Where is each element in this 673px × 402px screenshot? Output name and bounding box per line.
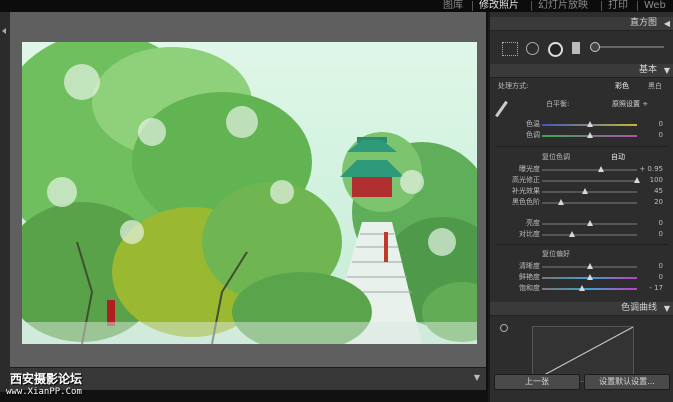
temp-value[interactable]: 0 xyxy=(633,120,663,129)
histogram-title: 直方图 xyxy=(629,18,657,28)
exposure-slider-thumb[interactable] xyxy=(597,166,604,172)
recovery-value[interactable]: 100 xyxy=(633,176,663,185)
crop-tool-icon[interactable] xyxy=(502,42,518,56)
white-balance-eyedropper-icon[interactable] xyxy=(495,100,508,118)
watermark-name: 西安摄影论坛 xyxy=(10,372,83,386)
brush-slider[interactable] xyxy=(590,42,664,52)
vibrance-slider[interactable] xyxy=(542,274,637,280)
module-develop[interactable]: 修改照片 xyxy=(479,0,519,12)
tone-curve-title: 色调曲线 xyxy=(620,303,657,313)
recovery-slider[interactable] xyxy=(542,177,640,183)
module-slideshow[interactable]: 幻灯片放映 xyxy=(538,0,588,12)
recovery-label: 高光修正 xyxy=(512,176,540,184)
saturation-slider[interactable] xyxy=(542,285,637,291)
fill-light-slider-thumb[interactable] xyxy=(581,188,588,194)
tone-curve-line xyxy=(533,327,633,381)
fill-light-value[interactable]: 45 xyxy=(633,187,663,196)
contrast-slider-thumb[interactable] xyxy=(569,231,576,237)
tone-label[interactable]: 复位色调 xyxy=(542,153,570,162)
basic-title: 基本 xyxy=(638,65,657,75)
temp-slider[interactable] xyxy=(542,121,637,127)
temp-slider-thumb[interactable] xyxy=(586,121,593,127)
group-separator xyxy=(496,146,668,147)
auto-tone-button[interactable]: 自动 xyxy=(611,153,625,162)
expand-triangle-icon[interactable]: ▼ xyxy=(664,302,670,315)
module-separator xyxy=(531,1,532,11)
contrast-slider[interactable] xyxy=(542,231,637,237)
wb-label: 白平衡: xyxy=(546,100,570,108)
blacks-value[interactable]: 20 xyxy=(633,198,663,207)
tint-label: 色调 xyxy=(526,131,540,139)
treatment-color-option[interactable]: 彩色 xyxy=(615,82,629,91)
module-library[interactable]: 图库 xyxy=(443,0,463,12)
clarity-label: 清晰度 xyxy=(519,262,540,270)
wb-select[interactable]: 原照设置 ÷ xyxy=(612,100,648,109)
tone-curve-header[interactable]: 色调曲线 ▼ xyxy=(490,302,673,316)
treatment-label: 处理方式: xyxy=(498,82,529,90)
clarity-value[interactable]: 0 xyxy=(633,262,663,271)
module-bar: 图库 修改照片 幻灯片放映 打印 Web xyxy=(0,0,673,12)
exposure-value[interactable]: + 0.95 xyxy=(633,165,663,174)
tint-value[interactable]: 0 xyxy=(633,131,663,140)
graduated-filter-icon[interactable] xyxy=(572,42,580,54)
develop-right-panel: 直方图 ◀ 基本 ▼ 处理方式: 彩色 黑白 白平衡: 原照设置 ÷ 色温 0 … xyxy=(488,12,673,402)
photo xyxy=(22,42,477,344)
exposure-label: 曝光度 xyxy=(519,165,540,173)
group-separator xyxy=(496,244,668,245)
fill-light-label: 补光效果 xyxy=(512,187,540,195)
histogram-header[interactable]: 直方图 ◀ xyxy=(490,17,673,31)
contrast-label: 对比度 xyxy=(519,230,540,238)
clarity-slider-thumb[interactable] xyxy=(586,263,593,269)
exposure-slider[interactable] xyxy=(542,166,637,172)
vibrance-slider-thumb[interactable] xyxy=(586,274,593,280)
brightness-slider-thumb[interactable] xyxy=(586,220,593,226)
expand-left-arrow-icon[interactable] xyxy=(2,28,6,34)
tint-slider-thumb[interactable] xyxy=(586,132,593,138)
expand-triangle-icon[interactable]: ▼ xyxy=(664,64,670,77)
treatment-bw-option[interactable]: 黑白 xyxy=(648,82,662,91)
module-web[interactable]: Web xyxy=(644,0,666,12)
watermark-url: www.XianPP.Com xyxy=(6,387,82,397)
basic-header[interactable]: 基本 ▼ xyxy=(490,64,673,78)
module-separator xyxy=(601,1,602,11)
temp-label: 色温 xyxy=(526,120,540,128)
contrast-value[interactable]: 0 xyxy=(633,230,663,239)
filmstrip-arrow-icon[interactable]: ▼ xyxy=(474,373,480,382)
brightness-label: 亮度 xyxy=(526,219,540,227)
module-separator xyxy=(472,1,473,11)
tint-slider[interactable] xyxy=(542,132,637,138)
module-separator xyxy=(637,1,638,11)
clarity-slider[interactable] xyxy=(542,263,637,269)
red-eye-icon[interactable] xyxy=(548,42,563,57)
module-print[interactable]: 打印 xyxy=(608,0,628,12)
curve-target-icon[interactable] xyxy=(500,324,508,332)
blacks-slider[interactable] xyxy=(542,199,637,205)
left-panel-collapsed[interactable] xyxy=(0,12,10,392)
saturation-value[interactable]: - 17 xyxy=(633,284,663,293)
brush-icon[interactable] xyxy=(590,42,600,52)
brightness-value[interactable]: 0 xyxy=(633,219,663,228)
vibrance-value[interactable]: 0 xyxy=(633,273,663,282)
previous-button[interactable]: 上一张 xyxy=(494,374,580,390)
presence-label[interactable]: 复位偏好 xyxy=(542,250,570,259)
snow-park-photo xyxy=(22,42,477,344)
collapse-triangle-icon[interactable]: ◀ xyxy=(664,17,670,30)
fill-light-slider[interactable] xyxy=(542,188,637,194)
brightness-slider[interactable] xyxy=(542,220,637,226)
set-default-button[interactable]: 设置默认设置... xyxy=(584,374,670,390)
saturation-slider-thumb[interactable] xyxy=(578,285,585,291)
saturation-label: 饱和度 xyxy=(519,284,540,292)
spot-removal-icon[interactable] xyxy=(526,42,539,55)
vibrance-label: 鲜艳度 xyxy=(519,273,540,281)
blacks-slider-thumb[interactable] xyxy=(558,199,564,205)
blacks-label: 黑色色阶 xyxy=(512,198,540,206)
